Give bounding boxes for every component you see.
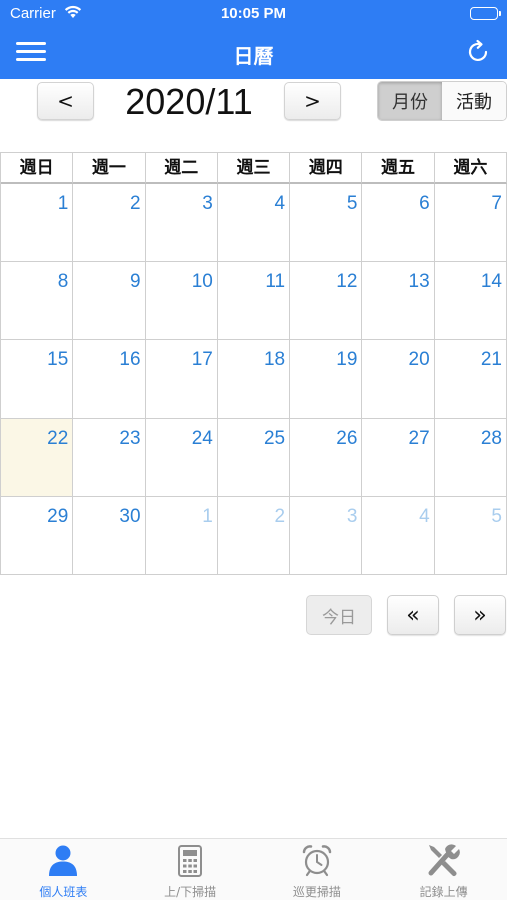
- alarm-clock-icon: [254, 839, 381, 877]
- calendar-day[interactable]: 26: [290, 418, 363, 497]
- calendar-day[interactable]: 9: [73, 262, 146, 341]
- calculator-icon: [127, 839, 254, 877]
- calendar-day[interactable]: 4: [217, 184, 291, 263]
- next-month-arrow-button[interactable]: >: [284, 82, 341, 120]
- calendar-day-other-month[interactable]: 2: [217, 496, 291, 575]
- month-label: 2020/11: [125, 81, 253, 122]
- nav-bar: 日曆: [0, 28, 507, 79]
- tab-personal-schedule[interactable]: 個人班表: [0, 839, 127, 900]
- weekday-header: 週日 週一 週二 週三 週四 週五 週六: [1, 153, 507, 184]
- calendar-day-other-month[interactable]: 5: [434, 496, 507, 575]
- calendar-grid: 週日 週一 週二 週三 週四 週五 週六 1 2 3 4 5 6 7 8 9 1…: [0, 152, 507, 575]
- calendar-day[interactable]: 29: [1, 496, 74, 575]
- calendar-week: 1 2 3 4 5 6 7: [1, 184, 507, 263]
- calendar-day[interactable]: 8: [1, 262, 74, 341]
- calendar-day[interactable]: 10: [145, 262, 218, 341]
- activity-view-tab[interactable]: 活動: [442, 82, 506, 120]
- calendar-day[interactable]: 16: [73, 340, 146, 419]
- calendar-week: 8 9 10 11 12 13 14: [1, 262, 507, 341]
- calendar-day[interactable]: 14: [434, 262, 507, 341]
- calendar-day[interactable]: 1: [1, 184, 74, 263]
- calendar-day[interactable]: 17: [145, 340, 218, 419]
- calendar-day[interactable]: 18: [217, 340, 291, 419]
- calendar-day[interactable]: 11: [217, 262, 291, 341]
- calendar-day[interactable]: 12: [290, 262, 363, 341]
- status-time: 10:05 PM: [220, 5, 287, 22]
- tab-label: 上/下掃描: [164, 885, 217, 899]
- weekday-label: 週二: [145, 153, 218, 184]
- tab-bar: 個人班表 上/下掃描 巡更掃描 記錄上傳: [0, 838, 507, 900]
- view-toggle: 月份 活動: [377, 81, 507, 121]
- weekday-label: 週六: [434, 153, 507, 184]
- weekday-label: 週三: [217, 153, 291, 184]
- calendar-day[interactable]: 24: [145, 418, 218, 497]
- tab-label: 個人班表: [39, 885, 88, 899]
- calendar-day[interactable]: 2: [73, 184, 146, 263]
- calendar-day[interactable]: 13: [362, 262, 435, 341]
- weekday-label: 週五: [362, 153, 435, 184]
- weekday-label: 週一: [73, 153, 146, 184]
- tab-record-upload[interactable]: 記錄上傳: [380, 839, 507, 900]
- calendar-day[interactable]: 5: [290, 184, 363, 263]
- tab-scan-in-out[interactable]: 上/下掃描: [127, 839, 254, 900]
- calendar-day[interactable]: 30: [73, 496, 146, 575]
- battery-icon: [470, 7, 501, 20]
- calendar-day-other-month[interactable]: 3: [290, 496, 363, 575]
- next-month-button[interactable]: »: [454, 595, 506, 635]
- calendar-day[interactable]: 15: [1, 340, 74, 419]
- calendar-day[interactable]: 25: [217, 418, 291, 497]
- tab-patrol-scan[interactable]: 巡更掃描: [254, 839, 381, 900]
- calendar-day-other-month[interactable]: 4: [362, 496, 435, 575]
- tab-label: 巡更掃描: [292, 885, 341, 899]
- person-icon: [0, 839, 127, 877]
- tools-icon: [380, 839, 507, 877]
- calendar-week: 15 16 17 18 19 20 21: [1, 340, 507, 419]
- calendar-day[interactable]: 21: [434, 340, 507, 419]
- calendar-day[interactable]: 27: [362, 418, 435, 497]
- calendar-week: 29 30 1 2 3 4 5: [1, 496, 507, 575]
- weekday-label: 週四: [290, 153, 363, 184]
- prev-month-button[interactable]: «: [387, 595, 439, 635]
- calendar-day[interactable]: 3: [145, 184, 218, 263]
- calendar-day[interactable]: 20: [362, 340, 435, 419]
- calendar-day[interactable]: 28: [434, 418, 507, 497]
- page-title: 日曆: [233, 44, 274, 68]
- today-button[interactable]: 今日: [306, 595, 372, 635]
- tab-label: 記錄上傳: [419, 885, 468, 899]
- status-bar: Carrier 10:05 PM: [0, 0, 507, 28]
- month-view-tab[interactable]: 月份: [378, 82, 442, 120]
- calendar-day[interactable]: 23: [73, 418, 146, 497]
- prev-month-arrow-button[interactable]: <: [37, 82, 94, 120]
- calendar-day[interactable]: 19: [290, 340, 363, 419]
- calendar-day[interactable]: 6: [362, 184, 435, 263]
- top-bar: Carrier 10:05 PM 日曆: [0, 0, 507, 79]
- calendar-week: 22 23 24 25 26 27 28: [1, 418, 507, 497]
- calendar-day-other-month[interactable]: 1: [145, 496, 218, 575]
- weekday-label: 週日: [1, 153, 74, 184]
- calendar-day[interactable]: 7: [434, 184, 507, 263]
- refresh-icon[interactable]: [465, 39, 491, 65]
- calendar-day-today[interactable]: 22: [1, 418, 74, 497]
